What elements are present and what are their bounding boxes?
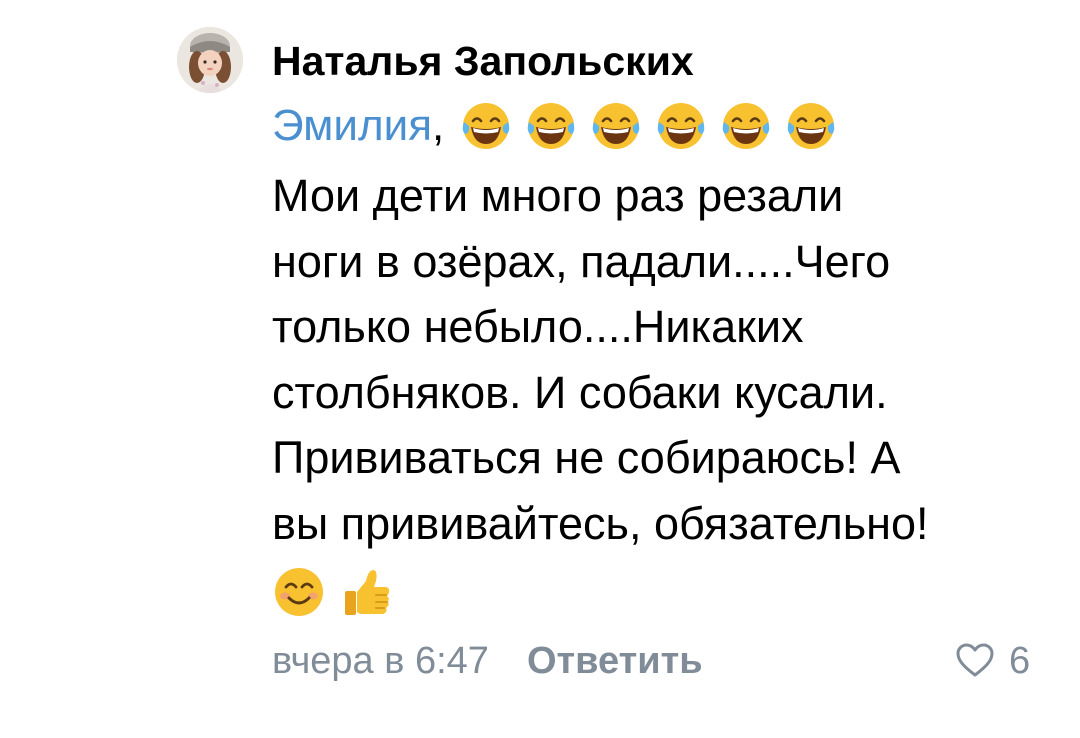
reply-button[interactable]: Ответить bbox=[527, 640, 703, 683]
tears-of-joy-emoji bbox=[722, 103, 770, 149]
comment-text-line: только небыло....Никаких bbox=[272, 301, 804, 352]
tears-of-joy-emoji bbox=[592, 103, 640, 149]
comment-text: Мои дети много раз резали ноги в озёрах,… bbox=[272, 163, 1062, 556]
tears-of-joy-emoji bbox=[527, 103, 575, 149]
comment-text-line: Прививаться не собираюсь! А bbox=[272, 432, 901, 483]
tears-of-joy-emoji bbox=[657, 103, 705, 149]
comment-footer: вчера в 6:47 Ответить bbox=[272, 636, 1052, 686]
mention-link[interactable]: Эмилия bbox=[272, 100, 432, 152]
smiling-face-emoji bbox=[275, 568, 323, 616]
thumbs-up-emoji bbox=[345, 570, 390, 615]
comment: Наталья Запольских Эмилия , Мои дети мно… bbox=[0, 0, 1080, 738]
timestamp: вчера в 6:47 bbox=[272, 639, 489, 682]
end-emojis bbox=[272, 562, 408, 622]
tears-of-joy-emoji bbox=[787, 103, 835, 149]
like-button[interactable]: 6 bbox=[955, 636, 1030, 686]
doll-avatar-image bbox=[177, 27, 243, 93]
avatar[interactable] bbox=[177, 27, 243, 93]
author-name[interactable]: Наталья Запольских bbox=[272, 36, 694, 86]
mention-separator: , bbox=[432, 101, 445, 150]
like-count: 6 bbox=[1009, 639, 1031, 682]
tears-of-joy-emoji bbox=[462, 103, 510, 149]
comment-text-line: столбняков. И собаки кусали. bbox=[272, 366, 888, 418]
comment-text-line: вы прививайтесь, обязательно! bbox=[272, 497, 929, 549]
mention-line: Эмилия , bbox=[272, 100, 850, 152]
comment-text-line: Мои дети много раз резали bbox=[272, 170, 844, 221]
heart-icon bbox=[956, 643, 994, 677]
comment-text-line: ноги в озёрах, падали.....Чего bbox=[272, 235, 891, 287]
